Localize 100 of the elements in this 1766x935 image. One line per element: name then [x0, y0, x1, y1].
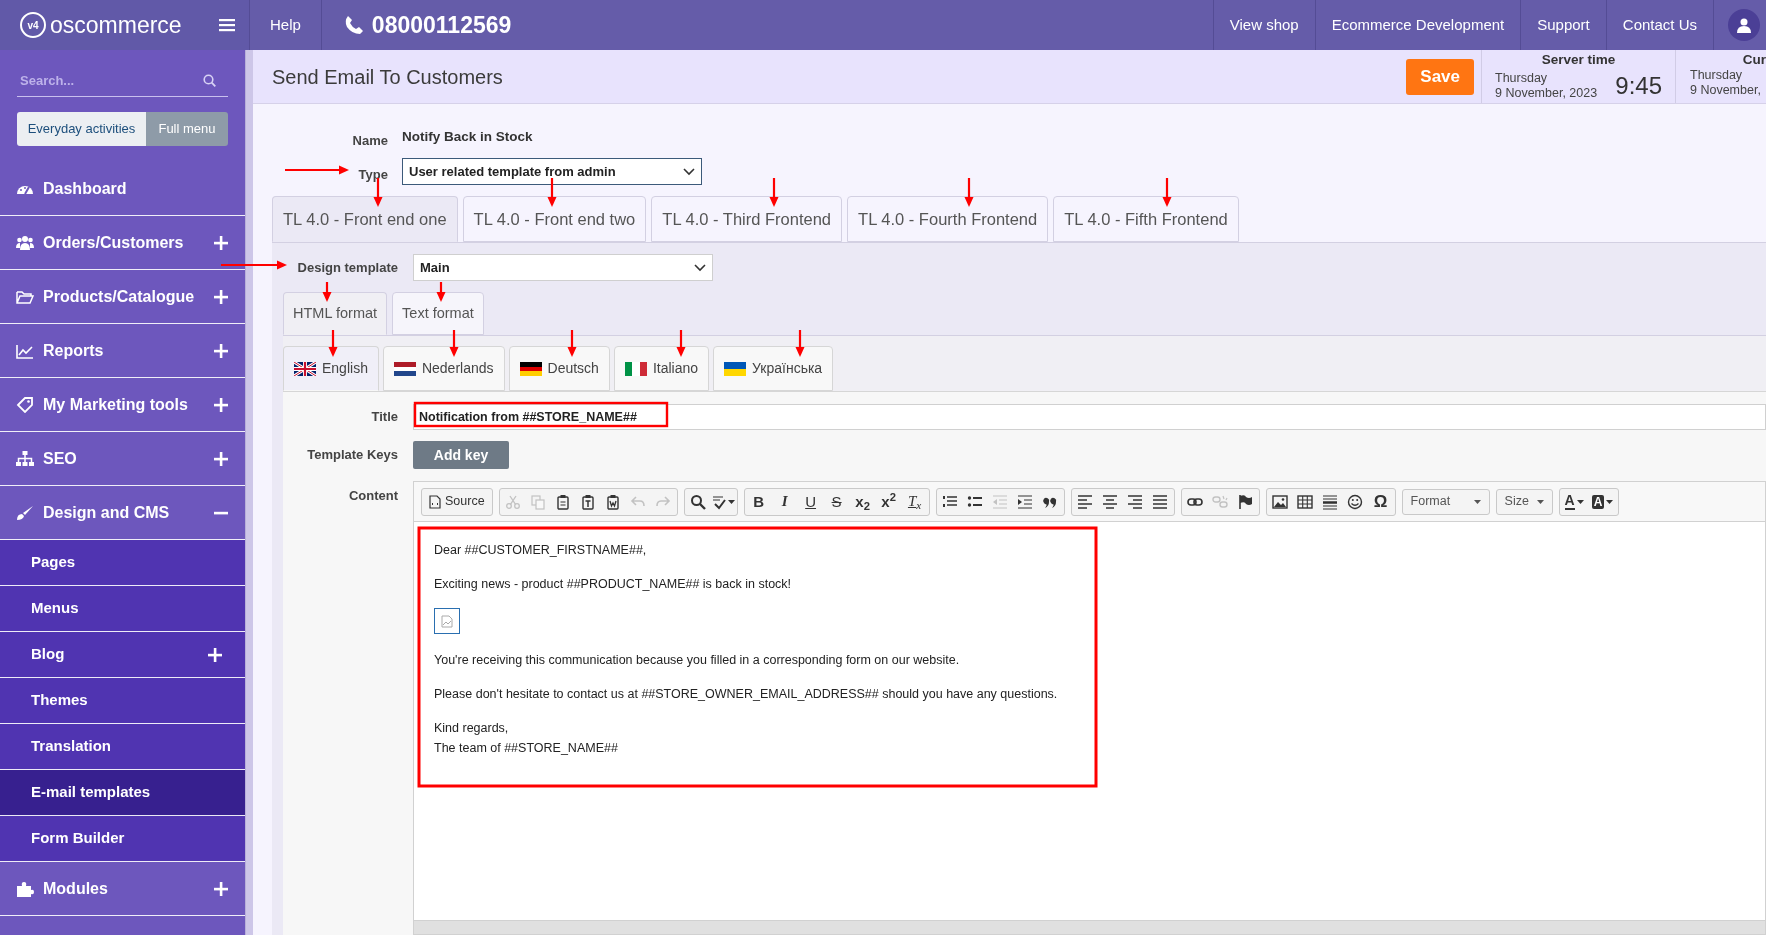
bulleted-list-icon[interactable] [967, 493, 984, 510]
format-tab[interactable]: Text format [392, 292, 484, 335]
image-icon[interactable] [1272, 493, 1289, 510]
horizontal-line-icon[interactable] [1322, 493, 1339, 510]
field-label: Design template [297, 258, 398, 277]
frontend-tab[interactable]: TL 4.0 - Fifth Frontend [1053, 196, 1239, 242]
annotation-arrow [328, 330, 338, 357]
remove-format-button[interactable]: T$_{x}$ [902, 489, 927, 514]
align-right-icon[interactable] [1127, 493, 1144, 510]
submenu-item[interactable]: E-mail templates [0, 770, 245, 816]
subscript-button[interactable]: x$_{2}$ [850, 489, 875, 514]
language-tab[interactable]: Українська [713, 346, 834, 391]
submenu-item[interactable]: Translation [0, 724, 245, 770]
paste-text-icon[interactable] [580, 493, 597, 510]
uk-flag-icon [294, 361, 316, 376]
smiley-icon[interactable] [1347, 493, 1364, 510]
italic-button[interactable]: I [772, 489, 797, 514]
format-tab[interactable]: HTML format [283, 292, 388, 335]
plus-icon[interactable] [214, 289, 228, 304]
caret-icon [1473, 499, 1481, 504]
strikethrough-button[interactable]: S [824, 489, 849, 514]
annotation-arrow [1162, 178, 1172, 207]
italian-flag-icon [624, 361, 647, 376]
caret-icon [1576, 499, 1584, 504]
superscript-button[interactable]: x$^{2}$ [876, 489, 901, 514]
language-tab[interactable]: Italiano [613, 346, 710, 391]
submenu-item[interactable]: Blog [0, 632, 245, 678]
image-placeholder[interactable] [434, 608, 460, 634]
search-icon[interactable] [690, 493, 707, 510]
chevron-down-icon [683, 167, 695, 176]
background-color-button[interactable]: A [1588, 489, 1617, 514]
bold-button[interactable]: B [746, 489, 771, 514]
email-paragraph: Exciting news - product ##PRODUCT_NAME## is back in stock! [434, 576, 793, 593]
field-label: Type [358, 165, 388, 184]
ukrainian-flag-icon [724, 361, 747, 376]
plus-icon[interactable] [214, 397, 228, 412]
sidebar-scrollbar[interactable] [245, 50, 253, 935]
field-label: Content [347, 487, 398, 505]
numbered-list-icon[interactable] [942, 493, 959, 510]
table-icon[interactable] [1297, 493, 1314, 510]
justify-icon[interactable] [1152, 493, 1169, 510]
folder-icon [16, 288, 34, 305]
source-button[interactable]: Source [424, 489, 490, 514]
document-icon [429, 494, 441, 509]
underline-button[interactable]: U [798, 489, 823, 514]
plus-icon[interactable] [214, 235, 228, 250]
caret-icon [1536, 499, 1544, 504]
plus-icon[interactable] [214, 451, 228, 466]
paste-icon[interactable] [555, 493, 572, 510]
language-tab[interactable]: Deutsch [508, 346, 610, 391]
field-label: Title [370, 408, 398, 427]
align-center-icon[interactable] [1102, 493, 1119, 510]
language-tab[interactable]: Nederlands [382, 346, 505, 391]
plus-icon[interactable] [214, 881, 228, 896]
current-time-label: Cur [1742, 51, 1766, 68]
title-field[interactable]: Notification from ##STORE_NAME## [413, 404, 1766, 430]
annotation-arrow [769, 178, 779, 207]
design-template-select[interactable]: Main [413, 254, 713, 281]
frontend-tab[interactable]: TL 4.0 - Front end two [462, 196, 647, 242]
field-label: Name [352, 132, 388, 151]
add-key-button[interactable]: Add key [413, 441, 509, 469]
chevron-down-icon [694, 263, 706, 272]
email-paragraph: Kind regards, The team of ##STORE_NAME## [434, 720, 619, 757]
frontend-tab[interactable]: TL 4.0 - Fourth Frontend [847, 196, 1049, 242]
align-left-icon[interactable] [1077, 493, 1094, 510]
frontend-tab[interactable]: TL 4.0 - Front end one [272, 196, 458, 242]
size-dropdown[interactable]: Size [1495, 488, 1553, 515]
user-avatar[interactable] [1728, 9, 1760, 41]
users-icon [16, 234, 34, 251]
caret-icon [1606, 499, 1614, 504]
frontend-tab[interactable]: TL 4.0 - Third Frontend [651, 196, 843, 242]
submenu-item[interactable]: Form Builder [0, 816, 245, 862]
annotation-arrow [964, 178, 974, 207]
submenu-item[interactable]: Menus [0, 586, 245, 632]
menu-icon[interactable] [219, 18, 235, 32]
broken-image-icon [441, 614, 453, 628]
special-character-button[interactable]: Ω [1368, 489, 1393, 514]
type-select[interactable]: User related template from admin [402, 158, 702, 185]
format-dropdown[interactable]: Format [1401, 488, 1490, 515]
email-paragraph: You're receiving this communication because you filled in a corresponding form on our website. [434, 652, 961, 669]
menu-mode-button[interactable]: Everyday activities [17, 112, 146, 146]
annotation-arrow [449, 330, 459, 357]
plus-icon[interactable] [214, 343, 228, 358]
paste-word-icon[interactable] [605, 493, 622, 510]
plus-icon[interactable] [208, 647, 222, 662]
phone-number: 08000112569 [371, 10, 512, 40]
language-tab[interactable]: English [283, 346, 379, 391]
annotation-arrow [436, 282, 446, 302]
submenu-item[interactable]: Themes [0, 678, 245, 724]
tags-icon [16, 396, 34, 413]
text-color-button[interactable]: A [1561, 489, 1587, 514]
annotation-arrow [676, 330, 686, 357]
server-time-label: Server time [1540, 51, 1617, 68]
page-title: Send Email To Customers [272, 64, 503, 90]
spellcheck-icon[interactable] [711, 493, 728, 510]
flag-icon[interactable] [1237, 493, 1254, 510]
annotation-arrow [795, 330, 805, 357]
server-clock: 9:45 [1615, 71, 1662, 101]
submenu-item[interactable]: Pages [0, 540, 245, 586]
indent-icon[interactable] [1017, 493, 1034, 510]
